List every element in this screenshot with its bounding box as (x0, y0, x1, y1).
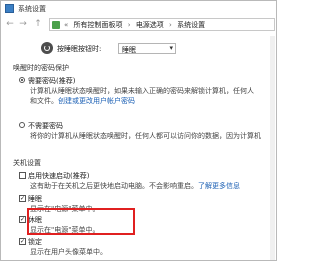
password-section-title: 唤醒时的密码保护 (13, 64, 69, 72)
require-password-desc-2: 和文件。创建或更改用户帐户密码 (30, 96, 135, 106)
fast-startup-label: 启用快速启动(推荐) (28, 172, 90, 180)
learn-more-link[interactable]: 了解更多信息 (198, 182, 240, 190)
settings-window: 系统设置 ← → ↑ « 所有控制面板项 › 电源选项 › 系统设置 按睡眠按钮… (0, 0, 277, 261)
no-password-label: 不需要密码 (28, 122, 63, 130)
lock-checkbox[interactable]: ✓ (19, 238, 26, 245)
forward-button[interactable]: → (18, 19, 28, 29)
require-password-desc-text: 和文件。 (30, 97, 58, 105)
fast-startup-checkbox[interactable] (19, 172, 26, 179)
breadcrumb-power-options[interactable]: 电源选项 (136, 21, 164, 29)
lock-desc: 显示在用户头像菜单中。 (30, 248, 107, 256)
fast-startup-desc-text: 这有助于在关机之后更快地启动电脑。不会影响重启。 (30, 182, 198, 190)
breadcrumb-separator[interactable]: › (169, 21, 172, 29)
no-password-desc: 将你的计算机从睡眠状态唤醒时，任何人都可以访问你的数据，因为计算机 (30, 132, 261, 140)
sleep-checkbox[interactable]: ✓ (19, 195, 26, 202)
chevron-down-icon: ▾ (169, 44, 173, 52)
control-panel-icon (52, 21, 60, 29)
sleep-button-action-select[interactable]: 睡眠 ▾ (118, 43, 176, 54)
require-password-desc: 计算机从睡眠状态唤醒时，如果未输入正确的密码来解锁计算机，任何人 (30, 87, 254, 95)
require-password-label: 需要密码(推荐) (28, 77, 76, 85)
power-button-label: 按睡眠按钮时: (57, 45, 102, 53)
breadcrumb-separator[interactable]: › (128, 21, 131, 29)
breadcrumb: « 所有控制面板项 › 电源选项 › 系统设置 (64, 20, 208, 30)
app-icon (5, 4, 14, 13)
select-value: 睡眠 (122, 46, 136, 54)
vertical-scrollbar[interactable] (270, 36, 275, 260)
no-password-radio[interactable] (19, 122, 25, 128)
hibernate-checkbox[interactable]: ✓ (19, 216, 26, 223)
up-button[interactable]: ↑ (33, 19, 43, 29)
lock-label: 锁定 (28, 238, 42, 246)
power-icon (41, 42, 53, 54)
fast-startup-desc: 这有助于在关机之后更快地启动电脑。不会影响重启。了解更多信息 (30, 181, 240, 191)
address-box[interactable]: « 所有控制面板项 › 电源选项 › 系统设置 (49, 18, 275, 31)
breadcrumb-system-settings[interactable]: 系统设置 (177, 21, 205, 29)
create-password-link[interactable]: 创建或更改用户帐户密码 (58, 97, 135, 105)
back-button[interactable]: ← (5, 19, 15, 29)
hibernate-highlight-box (27, 208, 135, 235)
address-bar-row: ← → ↑ « 所有控制面板项 › 电源选项 › 系统设置 (1, 16, 276, 36)
title-bar: 系统设置 (1, 1, 276, 17)
shutdown-section-title: 关机设置 (13, 159, 41, 167)
breadcrumb-all-control-panel[interactable]: 所有控制面板项 (74, 21, 123, 29)
breadcrumb-overflow[interactable]: « (64, 21, 68, 29)
sleep-label: 睡眠 (28, 195, 42, 203)
window-title: 系统设置 (18, 5, 46, 13)
require-password-radio[interactable] (19, 77, 25, 83)
